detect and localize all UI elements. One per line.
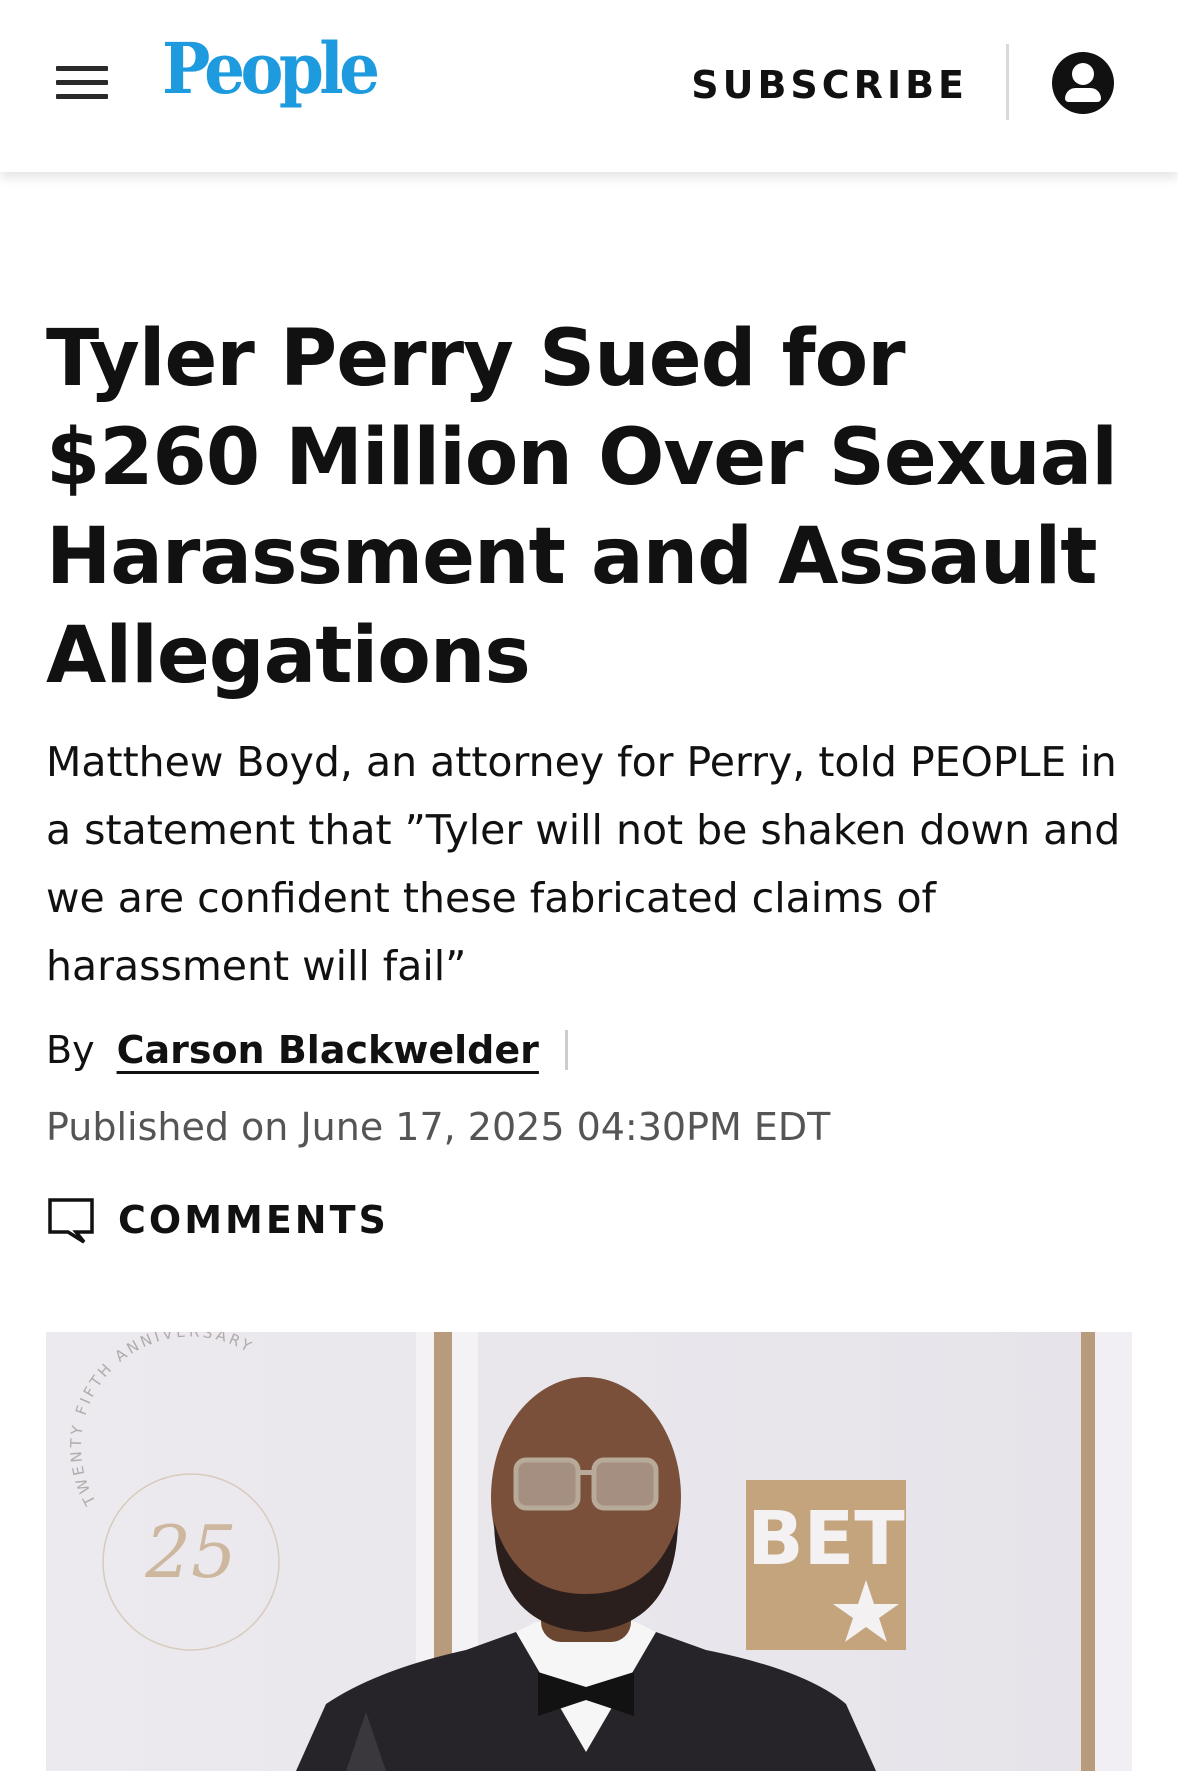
- subscribe-link[interactable]: SUBSCRIBE: [691, 62, 968, 108]
- byline-prefix: By: [46, 1028, 95, 1072]
- site-header: People SUBSCRIBE: [0, 0, 1178, 172]
- article: Tyler Perry Sued for $260 Million Over S…: [46, 310, 1136, 1246]
- comments-button[interactable]: COMMENTS: [46, 1194, 1136, 1246]
- comments-label: COMMENTS: [118, 1198, 389, 1242]
- article-dek: Matthew Boyd, an attorney for Perry, tol…: [46, 738, 1121, 990]
- published-date: Published on June 17, 2025 04:30PM EDT: [46, 1105, 831, 1149]
- svg-text:BET: BET: [747, 1496, 905, 1582]
- hero-photo: 25 TWENTY FIFTH ANNIVERSARY BET: [46, 1332, 1132, 1771]
- hero-image: 25 TWENTY FIFTH ANNIVERSARY BET: [46, 1332, 1132, 1771]
- header-divider: [1006, 44, 1009, 120]
- people-logo[interactable]: People: [162, 34, 380, 104]
- byline-divider: [564, 1030, 568, 1070]
- user-account-icon[interactable]: [1052, 52, 1114, 114]
- bet-logo: BET: [746, 1480, 906, 1650]
- comment-bubble-icon: [48, 1198, 94, 1244]
- byline: By Carson Blackwelder: [46, 1020, 1136, 1080]
- article-headline: Tyler Perry Sued for $260 Million Over S…: [46, 314, 1118, 701]
- author-link[interactable]: Carson Blackwelder: [117, 1028, 539, 1072]
- hamburger-menu-icon[interactable]: [52, 60, 114, 106]
- svg-text:25: 25: [144, 1510, 237, 1594]
